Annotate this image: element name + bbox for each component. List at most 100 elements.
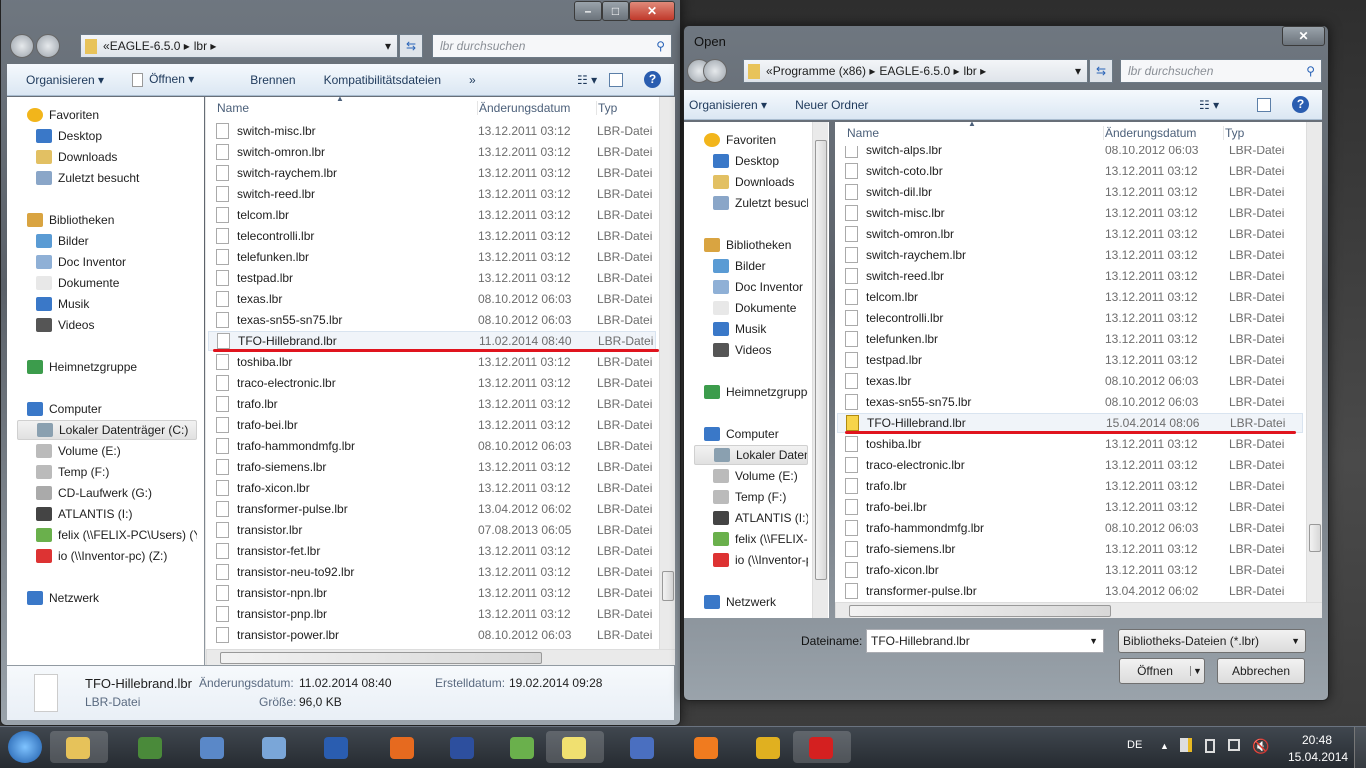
show-hidden-icons[interactable]: ▲ (1160, 741, 1169, 751)
file-row[interactable]: transistor-fet.lbr 13.12.2011 03:12 LBR-Da… (208, 541, 656, 561)
organize-menu[interactable]: Organisieren ▾ (26, 73, 104, 87)
file-row[interactable]: trafo-xicon.lbr 13.12.2011 03:12 LBR-Datei (208, 478, 656, 498)
file-row[interactable]: transformer-pulse.lbr 13.04.2012 06:02 LBR… (208, 499, 656, 519)
nav-item[interactable]: Zuletzt besucht (17, 168, 197, 188)
open-button[interactable]: Öffnen ▼ (1119, 658, 1205, 684)
breadcrumb-segment[interactable]: EAGLE-6.5.0 ▸ (879, 64, 959, 78)
nav-item[interactable]: felix (\\FELIX-PC\Users) (Y:) (17, 525, 197, 545)
file-row[interactable]: texas-sn55-sn75.lbr 08.10.2012 06:03 LBR-D… (208, 310, 656, 330)
taskbar-system-monitor[interactable] (122, 731, 180, 763)
nav-item[interactable]: Dokumente (17, 273, 197, 293)
file-row[interactable]: telecontrolli.lbr 13.12.2011 03:12 LBR-Dat… (208, 226, 656, 246)
file-row[interactable]: telefunken.lbr 13.12.2011 03:12 LBR-Datei (837, 329, 1303, 349)
nav-item[interactable]: Dokumente (694, 298, 808, 318)
taskbar-firefox[interactable] (374, 731, 432, 763)
file-row[interactable]: toshiba.lbr 13.12.2011 03:12 LBR-Datei (208, 352, 656, 372)
file-row[interactable]: trafo-hammondmfg.lbr 08.10.2012 06:03 LBR-… (837, 518, 1303, 538)
show-desktop-button[interactable] (1354, 727, 1366, 768)
column-header-name[interactable]: Name (217, 101, 249, 115)
action-center-flag-icon[interactable] (1180, 738, 1192, 752)
forward-button[interactable] (703, 59, 727, 83)
taskbar-start-orb[interactable] (8, 731, 42, 763)
power-icon[interactable] (1205, 739, 1215, 753)
nav-item[interactable]: Computer (688, 424, 808, 444)
vertical-scrollbar[interactable] (659, 97, 675, 649)
close-button[interactable]: ✕ (1282, 26, 1325, 46)
file-row[interactable]: transistor-pnp.lbr 13.12.2011 03:12 LBR-Da… (208, 604, 656, 624)
taskbar-task-scheduler[interactable] (184, 731, 242, 763)
nav-item[interactable]: Netzwerk (11, 588, 197, 608)
taskbar-eagle[interactable] (793, 731, 851, 763)
nav-item[interactable]: Bibliotheken (11, 210, 197, 230)
file-row[interactable]: trafo-bei.lbr 13.12.2011 03:12 LBR-Datei (837, 497, 1303, 517)
filename-input[interactable]: TFO-Hillebrand.lbr ▼ (866, 629, 1104, 653)
breadcrumb-segment[interactable]: EAGLE-6.5.0 ▸ (110, 39, 190, 53)
file-row[interactable]: switch-raychem.lbr 13.12.2011 03:12 LBR-Da… (208, 163, 656, 183)
file-row[interactable]: texas-sn55-sn75.lbr 08.10.2012 06:03 LBR-D… (837, 392, 1303, 412)
nav-item[interactable]: Doc Inventor (694, 277, 808, 297)
file-type-select[interactable]: Bibliotheks-Dateien (*.lbr) ▼ (1118, 629, 1306, 653)
file-row[interactable]: switch-reed.lbr 13.12.2011 03:12 LBR-Datei (208, 184, 656, 204)
column-header-type[interactable]: Typ (596, 101, 617, 115)
nav-item[interactable]: Heimnetzgruppe (688, 382, 808, 402)
file-row[interactable]: texas.lbr 08.10.2012 06:03 LBR-Datei (208, 289, 656, 309)
column-header-date[interactable]: Änderungsdatum (1103, 126, 1196, 140)
volume-muted-icon[interactable]: 🔇 (1252, 738, 1269, 755)
clock-date[interactable]: 15.04.2014 (1288, 750, 1348, 764)
file-row[interactable]: transistor-npn.lbr 13.12.2011 03:12 LBR-Da… (208, 583, 656, 603)
file-row[interactable]: trafo.lbr 13.12.2011 03:12 LBR-Datei (208, 394, 656, 414)
new-folder-button[interactable]: Neuer Ordner (795, 98, 868, 112)
nav-item[interactable]: Volume (E:) (694, 466, 808, 486)
nav-item[interactable]: Temp (F:) (17, 462, 197, 482)
scroll-thumb[interactable] (1309, 524, 1321, 552)
preview-pane-icon[interactable] (609, 72, 623, 87)
nav-item[interactable]: Downloads (694, 172, 808, 192)
nav-scrollbar[interactable] (812, 122, 828, 618)
file-row[interactable]: transistor.lbr 07.08.2013 06:05 LBR-Datei (208, 520, 656, 540)
nav-item[interactable]: felix (\\FELIX-PC\Users) (Y:) (694, 529, 808, 549)
file-row[interactable]: switch-omron.lbr 13.12.2011 03:12 LBR-Date… (208, 142, 656, 162)
taskbar-calculator[interactable] (246, 731, 304, 763)
nav-item[interactable]: Musik (17, 294, 197, 314)
nav-item[interactable]: Favoriten (11, 105, 197, 125)
column-header-date[interactable]: Änderungsdatum (477, 101, 570, 115)
view-options-icon[interactable]: ☷ ▾ (1199, 98, 1219, 112)
nav-item[interactable]: Doc Inventor (17, 252, 197, 272)
vertical-scrollbar[interactable] (1306, 122, 1322, 602)
taskbar-origin-app[interactable] (678, 731, 736, 763)
compatibility-files-button[interactable]: Kompatibilitätsdateien (324, 73, 441, 87)
nav-item[interactable]: io (\\Inventor-pc) (Z:) (694, 550, 808, 570)
taskbar-visual-studio[interactable] (434, 731, 492, 763)
nav-item[interactable]: Computer (11, 399, 197, 419)
file-row[interactable]: trafo-siemens.lbr 13.12.2011 03:12 LBR-Dat… (208, 457, 656, 477)
file-row[interactable]: testpad.lbr 13.12.2011 03:12 LBR-Datei (837, 350, 1303, 370)
refresh-button[interactable]: ⇆ (399, 34, 423, 58)
file-row[interactable]: transformer-pulse.lbr 13.04.2012 06:02 LBR… (837, 581, 1303, 601)
breadcrumb-overflow[interactable]: « (103, 39, 110, 53)
network-tray-icon[interactable] (1228, 739, 1240, 751)
clock-time[interactable]: 20:48 (1302, 733, 1332, 747)
horizontal-scrollbar[interactable] (206, 649, 675, 665)
file-row[interactable]: transistor-power.lbr 08.10.2012 06:03 LBR-… (208, 625, 656, 645)
nav-item[interactable]: Desktop (694, 151, 808, 171)
search-input[interactable]: lbr durchsuchen ⚲ (1120, 59, 1322, 83)
burn-button[interactable]: Brennen (250, 73, 295, 87)
address-dropdown-icon[interactable]: ▾ (1075, 64, 1081, 78)
forward-button[interactable] (36, 34, 60, 58)
open-options-chevron[interactable]: ▼ (1190, 666, 1204, 676)
nav-item[interactable]: Bilder (694, 256, 808, 276)
file-row[interactable]: trafo-hammondmfg.lbr 08.10.2012 06:03 LBR-… (208, 436, 656, 456)
organize-menu[interactable]: Organisieren ▾ (689, 98, 767, 112)
more-commands-button[interactable]: » (469, 73, 476, 87)
taskbar-installer[interactable] (308, 731, 366, 763)
nav-item[interactable]: Zuletzt besucht (694, 193, 808, 213)
file-row[interactable]: telecontrolli.lbr 13.12.2011 03:12 LBR-Dat… (837, 308, 1303, 328)
file-row[interactable]: switch-raychem.lbr 13.12.2011 03:12 LBR-Da… (837, 245, 1303, 265)
nav-item[interactable]: Lokaler Datenträger (C:) (694, 445, 808, 465)
breadcrumb-segment[interactable]: Programme (x86) ▸ (773, 64, 876, 78)
search-input[interactable]: lbr durchsuchen ⚲ (432, 34, 672, 58)
back-button[interactable] (10, 34, 34, 58)
close-button[interactable]: ✕ (629, 1, 675, 21)
address-bar[interactable]: « EAGLE-6.5.0 ▸ lbr ▸ ▾ (80, 34, 398, 58)
view-options-icon[interactable]: ☷ ▾ (577, 73, 597, 87)
